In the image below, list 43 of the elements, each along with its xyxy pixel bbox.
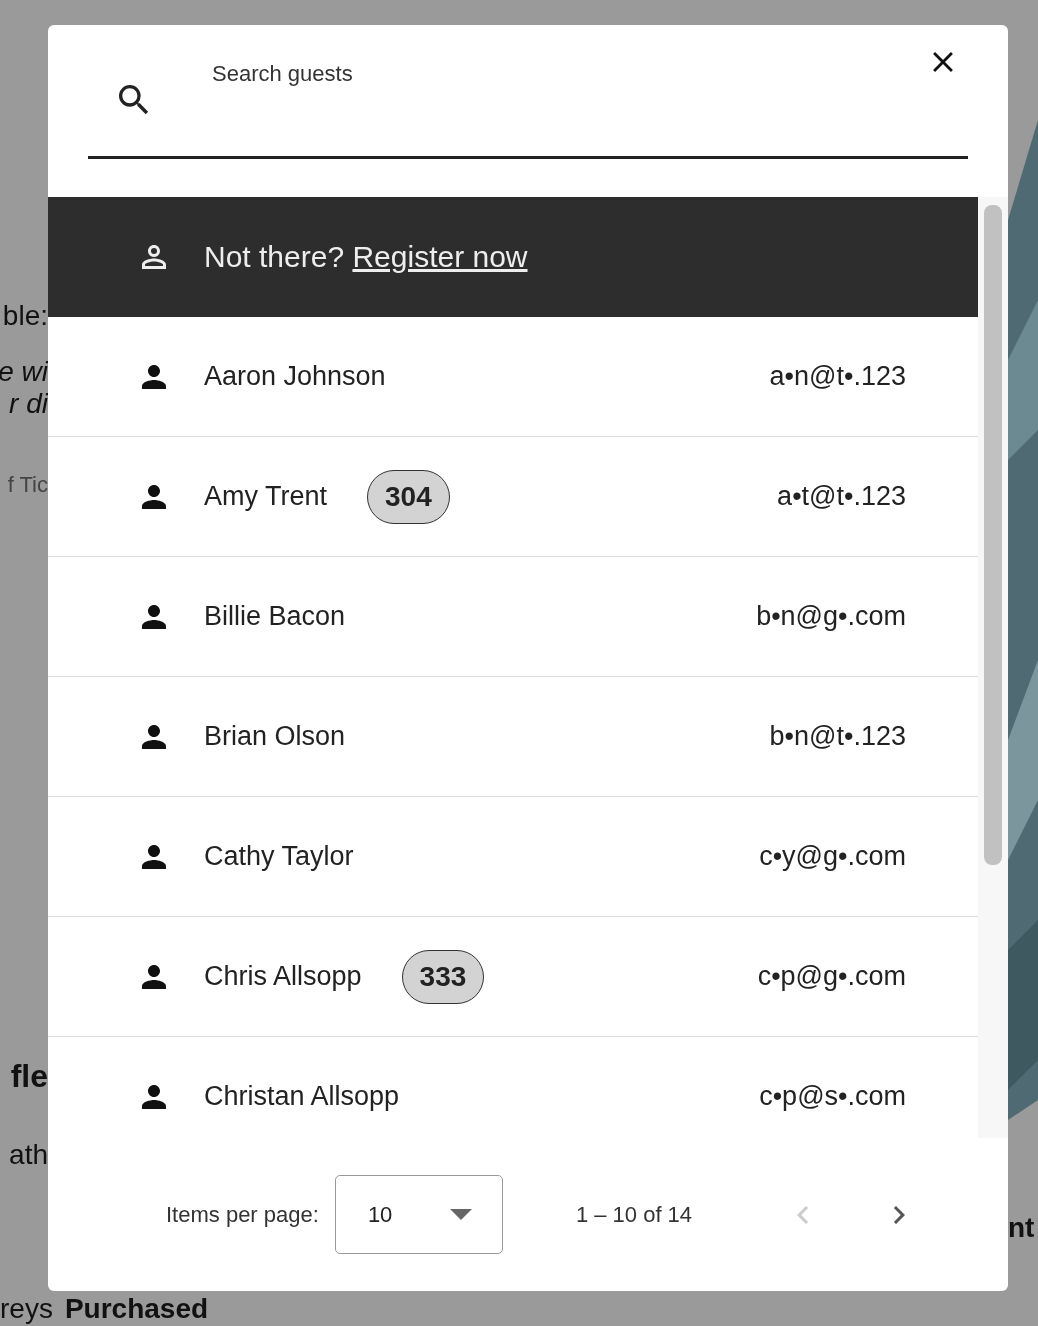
guest-name: Chris Allsopp <box>204 961 362 992</box>
items-per-page-label: Items per page: <box>166 1201 319 1228</box>
page-size-select[interactable]: 10 <box>334 1175 503 1254</box>
guest-email: c•p@g•.com <box>757 961 906 992</box>
register-prompt: Not there? Register now <box>204 240 528 274</box>
register-link[interactable]: Register now <box>352 240 528 273</box>
guest-name: Billie Bacon <box>204 601 346 632</box>
guest-badge: 304 <box>367 469 450 524</box>
guest-row[interactable]: Brian Olson b•n@t•.123 <box>48 677 978 797</box>
guest-row[interactable]: Chris Allsopp 333 c•p@g•.com <box>48 917 978 1037</box>
guest-row[interactable]: Cathy Taylor c•y@g•.com <box>48 797 978 917</box>
background-text: f Tic <box>7 472 48 498</box>
guest-name: Cathy Taylor <box>204 841 354 872</box>
background-text: Purchased <box>64 1295 209 1323</box>
guest-email: a•t@t•.123 <box>777 481 906 512</box>
guest-email: b•n@t•.123 <box>769 721 906 752</box>
background-text: nt <box>1008 1212 1036 1244</box>
chevron-right-icon <box>893 1205 906 1224</box>
guest-badge: 333 <box>401 949 485 1004</box>
background-text: reys <box>0 1295 53 1323</box>
search-field[interactable]: Search guests <box>88 25 968 159</box>
guest-row[interactable]: Billie Bacon b•n@g•.com <box>48 557 978 677</box>
guest-name: Brian Olson <box>204 721 346 752</box>
background-text: ble: <box>2 300 48 332</box>
scrollbar-thumb[interactable] <box>984 205 1002 865</box>
background-text: r di <box>9 388 48 420</box>
guest-row[interactable]: Amy Trent 304 a•t@t•.123 <box>48 437 978 557</box>
guest-name: Amy Trent <box>204 481 328 512</box>
guest-email: a•n@t•.123 <box>769 361 906 392</box>
guest-row[interactable]: Aaron Johnson a•n@t•.123 <box>48 317 978 437</box>
background-text: fle <box>10 1058 48 1095</box>
search-label: Search guests <box>212 61 353 87</box>
guest-name: Christan Allsopp <box>204 1081 400 1112</box>
guest-email: c•y@g•.com <box>759 841 906 872</box>
background-text: e wi <box>0 356 48 388</box>
guest-name: Aaron Johnson <box>204 361 386 392</box>
page-range: 1 – 10 of 14 <box>575 1201 693 1228</box>
guest-email: c•p@s•.com <box>759 1081 906 1112</box>
scrollbar[interactable] <box>978 197 1008 1138</box>
background-text: ath <box>9 1139 48 1171</box>
guest-email: b•n@g•.com <box>756 601 906 632</box>
chevron-left-icon <box>797 1205 810 1224</box>
dropdown-icon <box>449 1209 472 1220</box>
